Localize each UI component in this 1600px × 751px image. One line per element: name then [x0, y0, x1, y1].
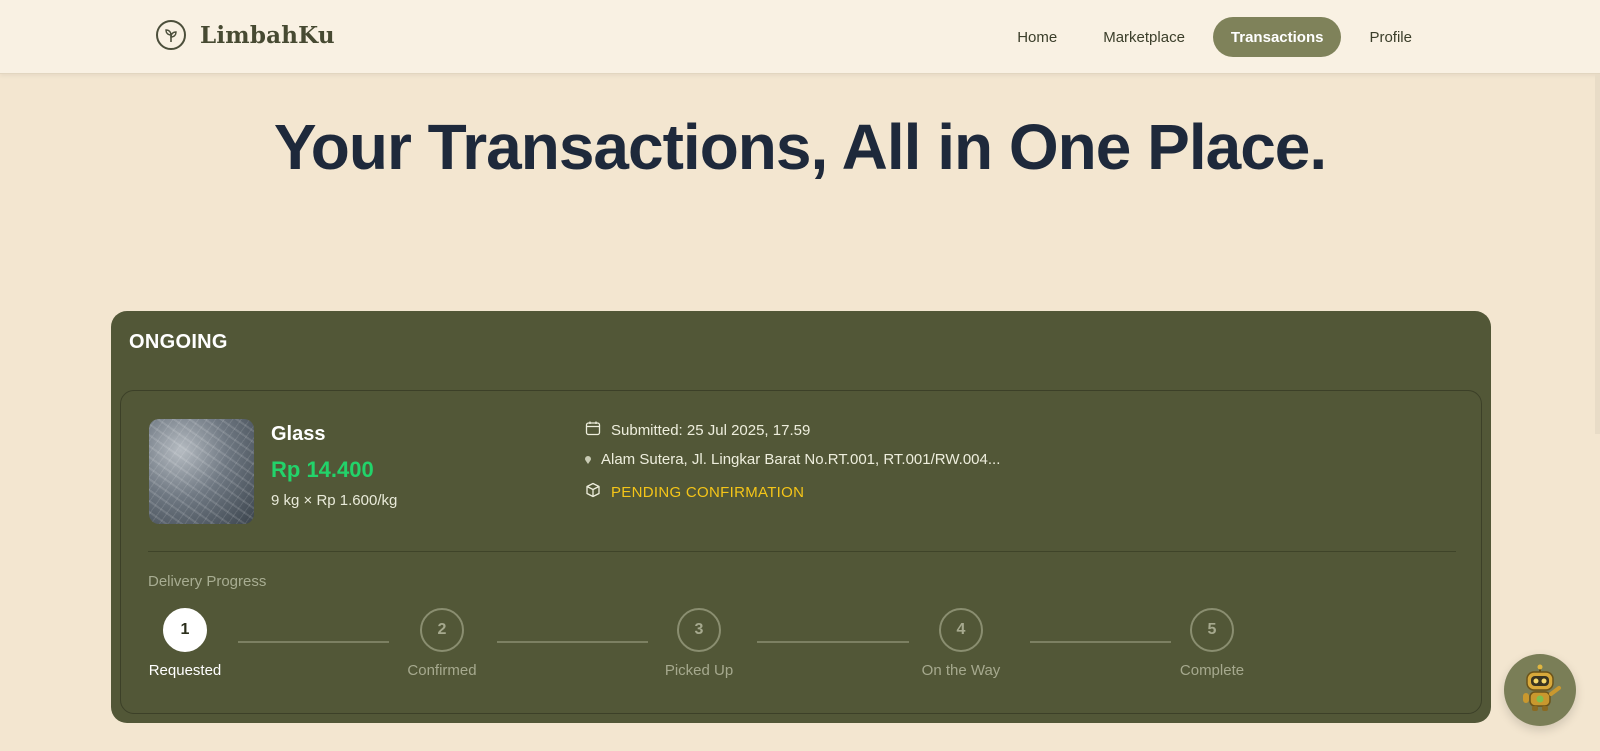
page-title: Your Transactions, All in One Place.	[273, 111, 1327, 183]
submitted-date: Submitted: 25 Jul 2025, 17.59	[611, 421, 811, 439]
item-name: Glass	[271, 423, 326, 445]
status-row: PENDING CONFIRMATION	[585, 482, 804, 502]
step-number: 2	[420, 608, 464, 652]
progress-step-requested: 1 Requested	[125, 608, 245, 679]
progress-step-confirmed: 2 Confirmed	[382, 608, 502, 679]
package-icon	[585, 482, 601, 502]
top-navbar: LimbahKu Home Marketplace Transactions P…	[0, 0, 1600, 74]
address-row: Alam Sutera, Jl. Lingkar Barat No.RT.001…	[585, 451, 1000, 468]
step-label: Picked Up	[664, 662, 734, 679]
scrollbar[interactable]	[1595, 74, 1600, 434]
nav-link-transactions[interactable]: Transactions	[1212, 17, 1342, 57]
ongoing-panel: ONGOING Glass Rp 14.400 9 kg × Rp 1.600/…	[111, 311, 1491, 723]
nav-link-marketplace[interactable]: Marketplace	[1085, 17, 1203, 57]
robot-assistant-icon	[1518, 664, 1562, 717]
step-number: 5	[1190, 608, 1234, 652]
progress-connector	[238, 641, 389, 643]
progress-step-on-the-way: 4 On the Way	[901, 608, 1021, 679]
step-label: Confirmed	[407, 662, 477, 679]
chatbot-button[interactable]	[1504, 654, 1576, 726]
progress-step-complete: 5 Complete	[1152, 608, 1272, 679]
progress-connector	[497, 641, 648, 643]
step-label: Complete	[1179, 662, 1245, 679]
delivery-progress-label: Delivery Progress	[148, 573, 267, 590]
nav-link-profile[interactable]: Profile	[1351, 17, 1430, 57]
calendar-icon	[585, 420, 601, 440]
progress-connector	[1030, 641, 1171, 643]
step-number: 4	[939, 608, 983, 652]
ongoing-heading: ONGOING	[129, 331, 228, 353]
brand-name: LimbahKu	[200, 21, 335, 49]
status-badge: PENDING CONFIRMATION	[611, 483, 805, 501]
progress-step-picked-up: 3 Picked Up	[639, 608, 759, 679]
transaction-card[interactable]: Glass Rp 14.400 9 kg × Rp 1.600/kg Submi…	[120, 390, 1482, 714]
nav-link-home[interactable]: Home	[999, 17, 1075, 57]
card-divider	[148, 551, 1456, 552]
step-label: On the Way	[921, 662, 1001, 679]
step-number: 1	[163, 608, 207, 652]
leaf-icon	[156, 20, 186, 50]
step-label: Requested	[148, 662, 222, 679]
item-thumbnail	[149, 419, 254, 524]
location-pin-icon	[585, 451, 591, 468]
item-price: Rp 14.400	[271, 457, 374, 482]
progress-connector	[757, 641, 909, 643]
brand[interactable]: LimbahKu	[156, 20, 335, 50]
step-number: 3	[677, 608, 721, 652]
submitted-date-row: Submitted: 25 Jul 2025, 17.59	[585, 420, 810, 440]
pickup-address: Alam Sutera, Jl. Lingkar Barat No.RT.001…	[601, 451, 1001, 468]
item-quantity: 9 kg × Rp 1.600/kg	[271, 492, 398, 509]
nav-links: Home Marketplace Transactions Profile	[999, 17, 1430, 57]
